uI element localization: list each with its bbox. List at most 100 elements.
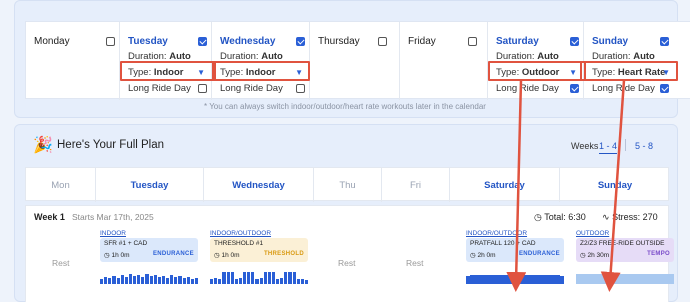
col-header-saturday: Saturday: [450, 168, 560, 202]
day-name: Wednesday: [220, 36, 276, 47]
workout-type-link[interactable]: INDOOR: [100, 230, 126, 237]
day-checkbox-tuesday[interactable]: [198, 37, 207, 46]
workout-duration: ◷ 2h 0m: [470, 252, 496, 259]
profile-bar: [267, 272, 271, 284]
profile-bar: [280, 278, 284, 284]
profile-bar: [112, 276, 116, 284]
profile-bar: [218, 279, 222, 284]
week-label: Week 1: [34, 212, 65, 222]
workout-name: THRESHOLD #1: [214, 240, 264, 247]
col-header-tuesday: Tuesday: [96, 168, 204, 202]
profile-bar: [222, 272, 226, 284]
profile-bar: [174, 277, 178, 284]
profile-bar: [100, 279, 104, 284]
workout-profile-chart: [466, 270, 564, 284]
profile-bar: [296, 279, 300, 284]
workout-card[interactable]: THRESHOLD #1 ◷ 1h 0m THRESHOLD: [210, 238, 308, 262]
tab-weeks-5-8[interactable]: 5 - 8: [635, 141, 653, 151]
week-start-date: Starts Mar 17th, 2025: [72, 212, 154, 222]
long-ride-checkbox[interactable]: [198, 84, 207, 93]
col-header-thu: Thu: [314, 168, 382, 202]
profile-bar: [226, 272, 230, 284]
plan-title: Here's Your Full Plan: [57, 139, 165, 151]
profile-bar: [288, 272, 292, 284]
day-checkbox-friday[interactable]: [468, 37, 477, 46]
day-name: Monday: [34, 36, 70, 47]
plan-header-row: Mon Tuesday Wednesday Thu Fri Saturday S…: [25, 167, 669, 202]
profile-bar: [255, 279, 259, 284]
profile-bar: [153, 275, 157, 284]
col-header-fri: Fri: [382, 168, 450, 202]
workout-zone: ENDURANCE: [518, 251, 560, 257]
day-checkbox-thursday[interactable]: [378, 37, 387, 46]
workout-type-link[interactable]: INDOOR/OUTDOOR: [210, 230, 271, 237]
day-checkbox-sunday[interactable]: [660, 37, 669, 46]
day-name: Sunday: [592, 36, 629, 47]
profile-bar: [128, 274, 132, 284]
day-col-thursday: Thursday: [310, 22, 400, 100]
profile-bar: [251, 272, 255, 284]
day-checkbox-monday[interactable]: [106, 37, 115, 46]
page: Monday Tuesday Duration: Auto Type: Indo…: [0, 0, 690, 302]
settings-hint: * You can always switch indoor/outdoor/h…: [204, 102, 486, 111]
workout-type-link[interactable]: OUTDOOR: [576, 230, 609, 237]
type-highlight-saturday: [488, 61, 586, 81]
day-checkbox-saturday[interactable]: [570, 37, 579, 46]
profile-bar: [210, 279, 214, 284]
workout-duration: ◷ 1h 0m: [214, 252, 240, 259]
day-col-friday: Friday: [400, 22, 488, 100]
party-popper-icon: 🎉: [33, 137, 53, 154]
day-checkbox-wednesday[interactable]: [296, 37, 305, 46]
clock-icon: ◷: [534, 212, 542, 222]
profile-bar: [247, 272, 251, 284]
profile-bar: [108, 278, 112, 284]
day-name: Friday: [408, 36, 436, 47]
long-ride-checkbox[interactable]: [660, 84, 669, 93]
workout-name: PRATFALL 120 + CAD: [470, 240, 536, 247]
week-stress: ∿ Stress: 270: [602, 212, 658, 222]
workout-zone: THRESHOLD: [263, 251, 304, 257]
rest-mon: Rest: [52, 258, 70, 268]
day-name: Tuesday: [128, 36, 168, 47]
workout-card[interactable]: SFR #1 + CAD ◷ 1h 0m ENDURANCE: [100, 238, 198, 262]
profile-bar: [243, 272, 247, 284]
workout-duration: ◷ 1h 0m: [104, 252, 130, 259]
profile-bar: [149, 276, 153, 284]
profile-bar: [137, 275, 141, 284]
day-col-monday: Monday: [26, 22, 120, 100]
profile-bar: [161, 276, 165, 284]
workout-profile-chart: [100, 270, 198, 284]
workout-card[interactable]: PRATFALL 120 + CAD ◷ 2h 0m ENDURANCE: [466, 238, 564, 262]
profile-bar: [166, 278, 170, 284]
profile-bar: [116, 278, 120, 284]
profile-bar: [145, 274, 149, 284]
workout-type-link[interactable]: INDOOR/OUTDOOR: [466, 230, 527, 237]
profile-bar: [669, 274, 674, 284]
type-highlight-tuesday: [120, 61, 216, 81]
pulse-icon: ∿: [602, 212, 610, 222]
profile-bar: [133, 276, 137, 284]
tab-divider: [625, 139, 626, 151]
day-settings-grid: Monday Tuesday Duration: Auto Type: Indo…: [25, 21, 690, 100]
day-name: Saturday: [496, 36, 539, 47]
profile-bar: [104, 277, 108, 284]
tab-weeks-1-4[interactable]: 1 - 4: [599, 141, 618, 154]
long-ride-checkbox[interactable]: [296, 84, 305, 93]
profile-bar: [124, 277, 128, 284]
profile-bar: [263, 272, 267, 284]
day-name: Thursday: [318, 36, 360, 47]
long-ride-label: Long Ride Day: [496, 83, 559, 94]
profile-bar: [194, 278, 198, 284]
profile-bar: [182, 278, 186, 284]
profile-bar: [300, 279, 304, 284]
profile-bar: [186, 277, 190, 284]
workout-zone: TEMPO: [647, 251, 670, 257]
profile-bar: [304, 280, 308, 284]
workout-card[interactable]: Z2/Z3 FREE-RIDE OUTSIDE ◷ 2h 30m TEMPO: [576, 238, 674, 262]
day-settings-panel: Monday Tuesday Duration: Auto Type: Indo…: [14, 0, 690, 118]
full-plan-panel: 🎉 Here's Your Full Plan Weeks 1 - 4 5 - …: [14, 124, 678, 302]
profile-bar: [170, 275, 174, 284]
profile-bar: [190, 279, 194, 284]
long-ride-checkbox[interactable]: [570, 84, 579, 93]
profile-bar: [178, 276, 182, 284]
